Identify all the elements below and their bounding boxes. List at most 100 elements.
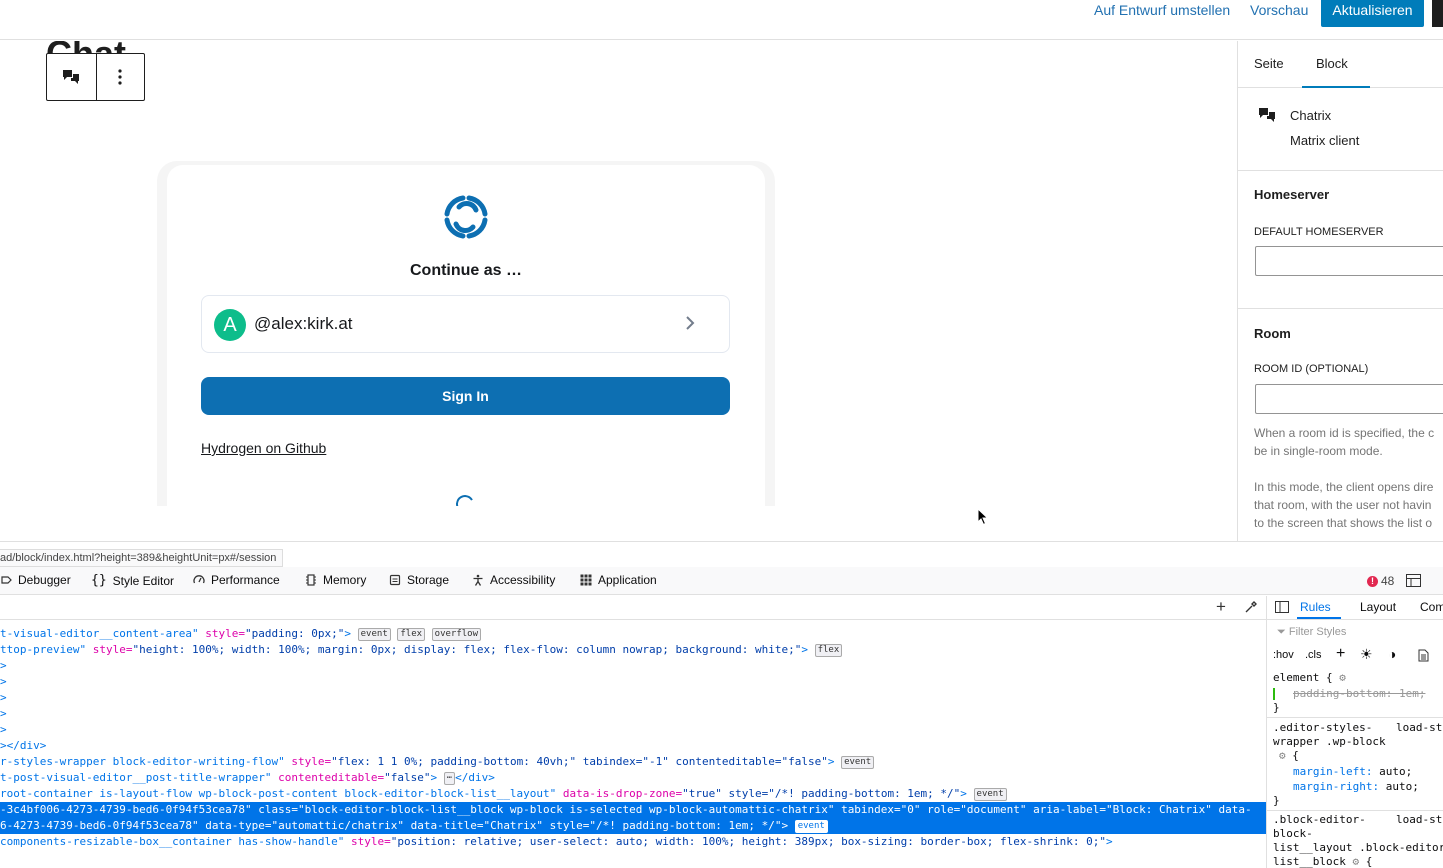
tab-style-editor[interactable]: {} Style Editor xyxy=(91,573,174,588)
add-rule-icon[interactable]: + xyxy=(1336,645,1345,663)
tab-block[interactable]: Block xyxy=(1316,56,1348,71)
eyedropper-icon[interactable] xyxy=(1244,601,1257,614)
markup-tag-end: > xyxy=(430,771,438,784)
chevron-right-icon xyxy=(686,316,695,330)
markup-attr-value: "true" style="/*! padding-bottom: 1em; *… xyxy=(682,787,961,800)
devtools-panel: ad/block/index.html?height=389&heightUni… xyxy=(0,541,1443,868)
selected-markup-line[interactable]: 6-4273-4739-bed6-0f94f53cea78" data-type… xyxy=(0,818,1266,834)
markup-badge[interactable]: flex xyxy=(397,628,426,641)
light-mode-icon[interactable]: ☀ xyxy=(1360,646,1373,663)
markup-tag-end: </div> xyxy=(455,771,495,784)
tab-performance[interactable]: Performance xyxy=(193,573,280,587)
markup-line[interactable]: > xyxy=(0,706,7,722)
tab-computed[interactable]: Com xyxy=(1420,600,1443,614)
homeserver-input[interactable] xyxy=(1255,246,1443,276)
tab-debugger[interactable]: Debugger xyxy=(0,573,71,587)
rule-selector[interactable]: list__block ⚙ { xyxy=(1273,855,1372,868)
markup-line[interactable]: t-post-visual-editor__post-title-wrapper… xyxy=(0,770,495,786)
homeserver-heading[interactable]: Homeserver xyxy=(1254,187,1329,202)
markup-line[interactable]: ></div> xyxy=(0,738,46,754)
markup-line[interactable]: ttop-preview" style="height: 100%; width… xyxy=(0,642,843,658)
block-options-button[interactable] xyxy=(95,54,145,100)
markup-tag: r-styles-wrapper block-editor-writing-fl… xyxy=(0,755,285,768)
markup-badge[interactable]: event xyxy=(357,628,391,641)
markup-line[interactable]: root-container is-layout-flow wp-block-p… xyxy=(0,786,1007,802)
markup-tag: root-container is-layout-flow wp-block-p… xyxy=(0,787,557,800)
rule-divider xyxy=(1267,810,1443,811)
settings-toggle-button[interactable] xyxy=(1432,0,1443,27)
markup-badge[interactable]: flex xyxy=(814,644,843,657)
status-url: ad/block/index.html?height=389&heightUni… xyxy=(0,549,284,567)
room-heading[interactable]: Room xyxy=(1254,326,1291,341)
tab-storage[interactable]: Storage xyxy=(389,573,449,587)
selected-markup-line[interactable]: -3c4bf006-4273-4739-bed6-0f94f53cea78" c… xyxy=(0,802,1266,818)
rule-divider xyxy=(1267,717,1443,718)
rules-pane: Rules Layout Com ⏷ Filter Styles :hov .c… xyxy=(1266,596,1443,868)
tab-rules[interactable]: Rules xyxy=(1300,600,1331,614)
markup-line[interactable]: r-styles-wrapper block-editor-writing-fl… xyxy=(0,754,875,770)
rule-declaration[interactable]: margin-left: auto; xyxy=(1293,765,1412,779)
markup-tag: ttop-preview" xyxy=(0,643,87,656)
markup-badge[interactable]: event xyxy=(841,756,875,769)
tab-label: Application xyxy=(598,573,657,587)
help-line: that room, with the user not havin xyxy=(1254,498,1432,512)
rules-tabs: Rules Layout Com xyxy=(1267,596,1443,620)
rule-source[interactable]: load-sty xyxy=(1396,813,1443,827)
help-line: When a room id is specified, the c xyxy=(1254,426,1435,440)
github-link[interactable]: Hydrogen on Github xyxy=(201,440,326,456)
rule-declaration[interactable]: margin-right: auto; xyxy=(1293,780,1419,794)
dark-mode-icon[interactable]: ◑ xyxy=(1388,646,1396,662)
sign-in-button[interactable]: Sign In xyxy=(201,377,730,415)
tab-label: Performance xyxy=(211,573,280,587)
markup-line[interactable]: > xyxy=(0,690,7,706)
markup-view[interactable]: + t-visual-editor__content-area" style="… xyxy=(0,596,1266,868)
rule-selector[interactable]: element { ⚙ xyxy=(1273,671,1346,685)
rule-source[interactable]: load-sty xyxy=(1396,721,1443,735)
markup-line[interactable]: > xyxy=(0,674,7,690)
gear-icon: ⚙ xyxy=(1352,855,1360,868)
rule-selector[interactable]: wrapper .wp-block xyxy=(1273,735,1386,749)
markup-badge[interactable]: overflow xyxy=(431,628,482,641)
settings-sidebar: Seite Block Chatrix Matrix client Homese… xyxy=(1237,41,1443,541)
error-counter[interactable]: ! 48 xyxy=(1367,574,1394,588)
markup-tag: > xyxy=(0,691,7,704)
markup-badge[interactable]: event xyxy=(973,788,1007,801)
class-toggle[interactable]: .cls xyxy=(1305,649,1322,661)
account-row[interactable]: A @alex:kirk.at xyxy=(201,295,730,353)
gear-icon: ⚙ xyxy=(1279,749,1286,762)
storage-icon xyxy=(389,574,401,586)
print-media-icon[interactable] xyxy=(1418,649,1429,662)
help-line: to the screen that shows the list o xyxy=(1254,516,1433,530)
hover-state-toggle[interactable]: :hov xyxy=(1273,649,1294,661)
tab-memory[interactable]: Memory xyxy=(305,573,366,587)
tab-application[interactable]: Application xyxy=(580,573,657,587)
tab-label: Memory xyxy=(323,573,367,587)
dock-layout-icon[interactable] xyxy=(1406,574,1421,587)
switch-to-draft-button[interactable]: Auf Entwurf umstellen xyxy=(1094,2,1230,18)
markup-line[interactable]: t-visual-editor__content-area" style="pa… xyxy=(0,626,482,642)
markup-line[interactable]: > xyxy=(0,722,7,738)
filter-styles-input[interactable]: ⏷ Filter Styles xyxy=(1277,626,1346,639)
rule-selector[interactable]: .editor-styles- xyxy=(1273,721,1372,735)
room-id-input[interactable] xyxy=(1255,384,1443,414)
rule-selector[interactable]: .block-editor- xyxy=(1273,813,1366,827)
tab-page[interactable]: Seite xyxy=(1254,56,1284,71)
block-type-button[interactable] xyxy=(47,54,96,100)
markup-tag: components-resizable-box__container has-… xyxy=(0,835,345,848)
help-line: be in single-room mode. xyxy=(1254,444,1383,458)
editor-header: Auf Entwurf umstellen Vorschau Aktualisi… xyxy=(0,0,1443,40)
markup-badge[interactable]: event xyxy=(794,820,828,833)
rule-selector[interactable]: block- xyxy=(1273,827,1313,841)
rule-declaration[interactable]: padding-bottom: 1em; xyxy=(1293,687,1425,701)
tab-accessibility[interactable]: Accessibility xyxy=(472,573,555,587)
markup-badge[interactable]: ⋯ xyxy=(443,772,456,785)
markup-tag: > xyxy=(0,723,7,736)
toggle-pane-icon[interactable] xyxy=(1275,601,1289,613)
tab-layout[interactable]: Layout xyxy=(1360,600,1396,614)
markup-line[interactable]: > xyxy=(0,658,7,674)
preview-button[interactable]: Vorschau xyxy=(1250,2,1308,18)
add-node-icon[interactable]: + xyxy=(1216,597,1226,617)
rule-selector[interactable]: list__layout .block-editor xyxy=(1273,841,1443,855)
update-button[interactable]: Aktualisieren xyxy=(1321,0,1424,27)
markup-line[interactable]: components-resizable-box__container has-… xyxy=(0,834,1113,850)
